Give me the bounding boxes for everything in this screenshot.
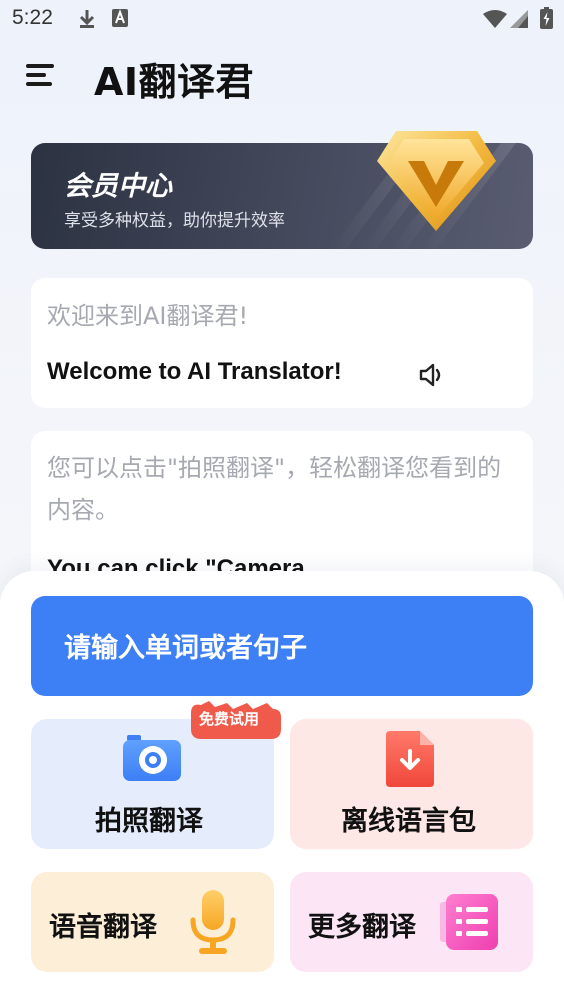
- bottom-panel: 请输入单词或者句子 拍照翻译 免费试用 离线语言包 语音翻译 更多翻译: [0, 571, 564, 1004]
- microphone-icon: [190, 890, 236, 954]
- signal-icon: [510, 10, 528, 28]
- member-center-banner[interactable]: 会员中心 享受多种权益，助你提升效率: [31, 131, 533, 249]
- battery-icon: [540, 7, 553, 29]
- camera-icon: [123, 735, 181, 781]
- input-placeholder: 请输入单词或者句子: [64, 633, 307, 664]
- message-chinese-text: 欢迎来到AI翻译君!: [47, 302, 249, 330]
- message-chinese-text: 您可以点击"拍照翻译"，轻松翻译您看到的内容。: [47, 454, 502, 524]
- page-title: AI翻译君: [94, 60, 255, 104]
- status-bar: 5:22: [0, 0, 564, 38]
- menu-icon[interactable]: [24, 61, 56, 91]
- wifi-icon: [483, 10, 507, 28]
- camera-translate-tile[interactable]: 拍照翻译 免费试用: [31, 701, 281, 849]
- app-header: AI翻译君: [0, 48, 564, 104]
- voice-tile-label: 语音翻译: [49, 912, 157, 943]
- speaker-icon[interactable]: [417, 360, 447, 390]
- a-keyboard-icon: [112, 9, 128, 27]
- free-trial-badge-text: 免费试用: [199, 710, 260, 728]
- gold-v-badge-icon: [377, 131, 496, 231]
- more-tile-label: 更多翻译: [308, 912, 416, 943]
- translate-input[interactable]: 请输入单词或者句子: [31, 596, 533, 696]
- message-english-text: Welcome to AI Translator!: [47, 358, 342, 385]
- welcome-message-card: 欢迎来到AI翻译君! Welcome to AI Translator!: [31, 278, 533, 408]
- download-icon: [79, 10, 95, 28]
- download-file-icon: [386, 731, 434, 787]
- voice-translate-tile[interactable]: 语音翻译: [31, 872, 274, 972]
- offline-tile-label: 离线语言包: [341, 806, 476, 837]
- member-subtitle: 享受多种权益，助你提升效率: [64, 211, 285, 231]
- list-icon: [440, 894, 498, 950]
- offline-language-pack-tile[interactable]: 离线语言包: [290, 719, 533, 849]
- more-translate-tile[interactable]: 更多翻译: [290, 872, 533, 972]
- member-title: 会员中心: [64, 171, 172, 202]
- status-time: 5:22: [12, 6, 53, 29]
- camera-tile-label: 拍照翻译: [95, 806, 203, 837]
